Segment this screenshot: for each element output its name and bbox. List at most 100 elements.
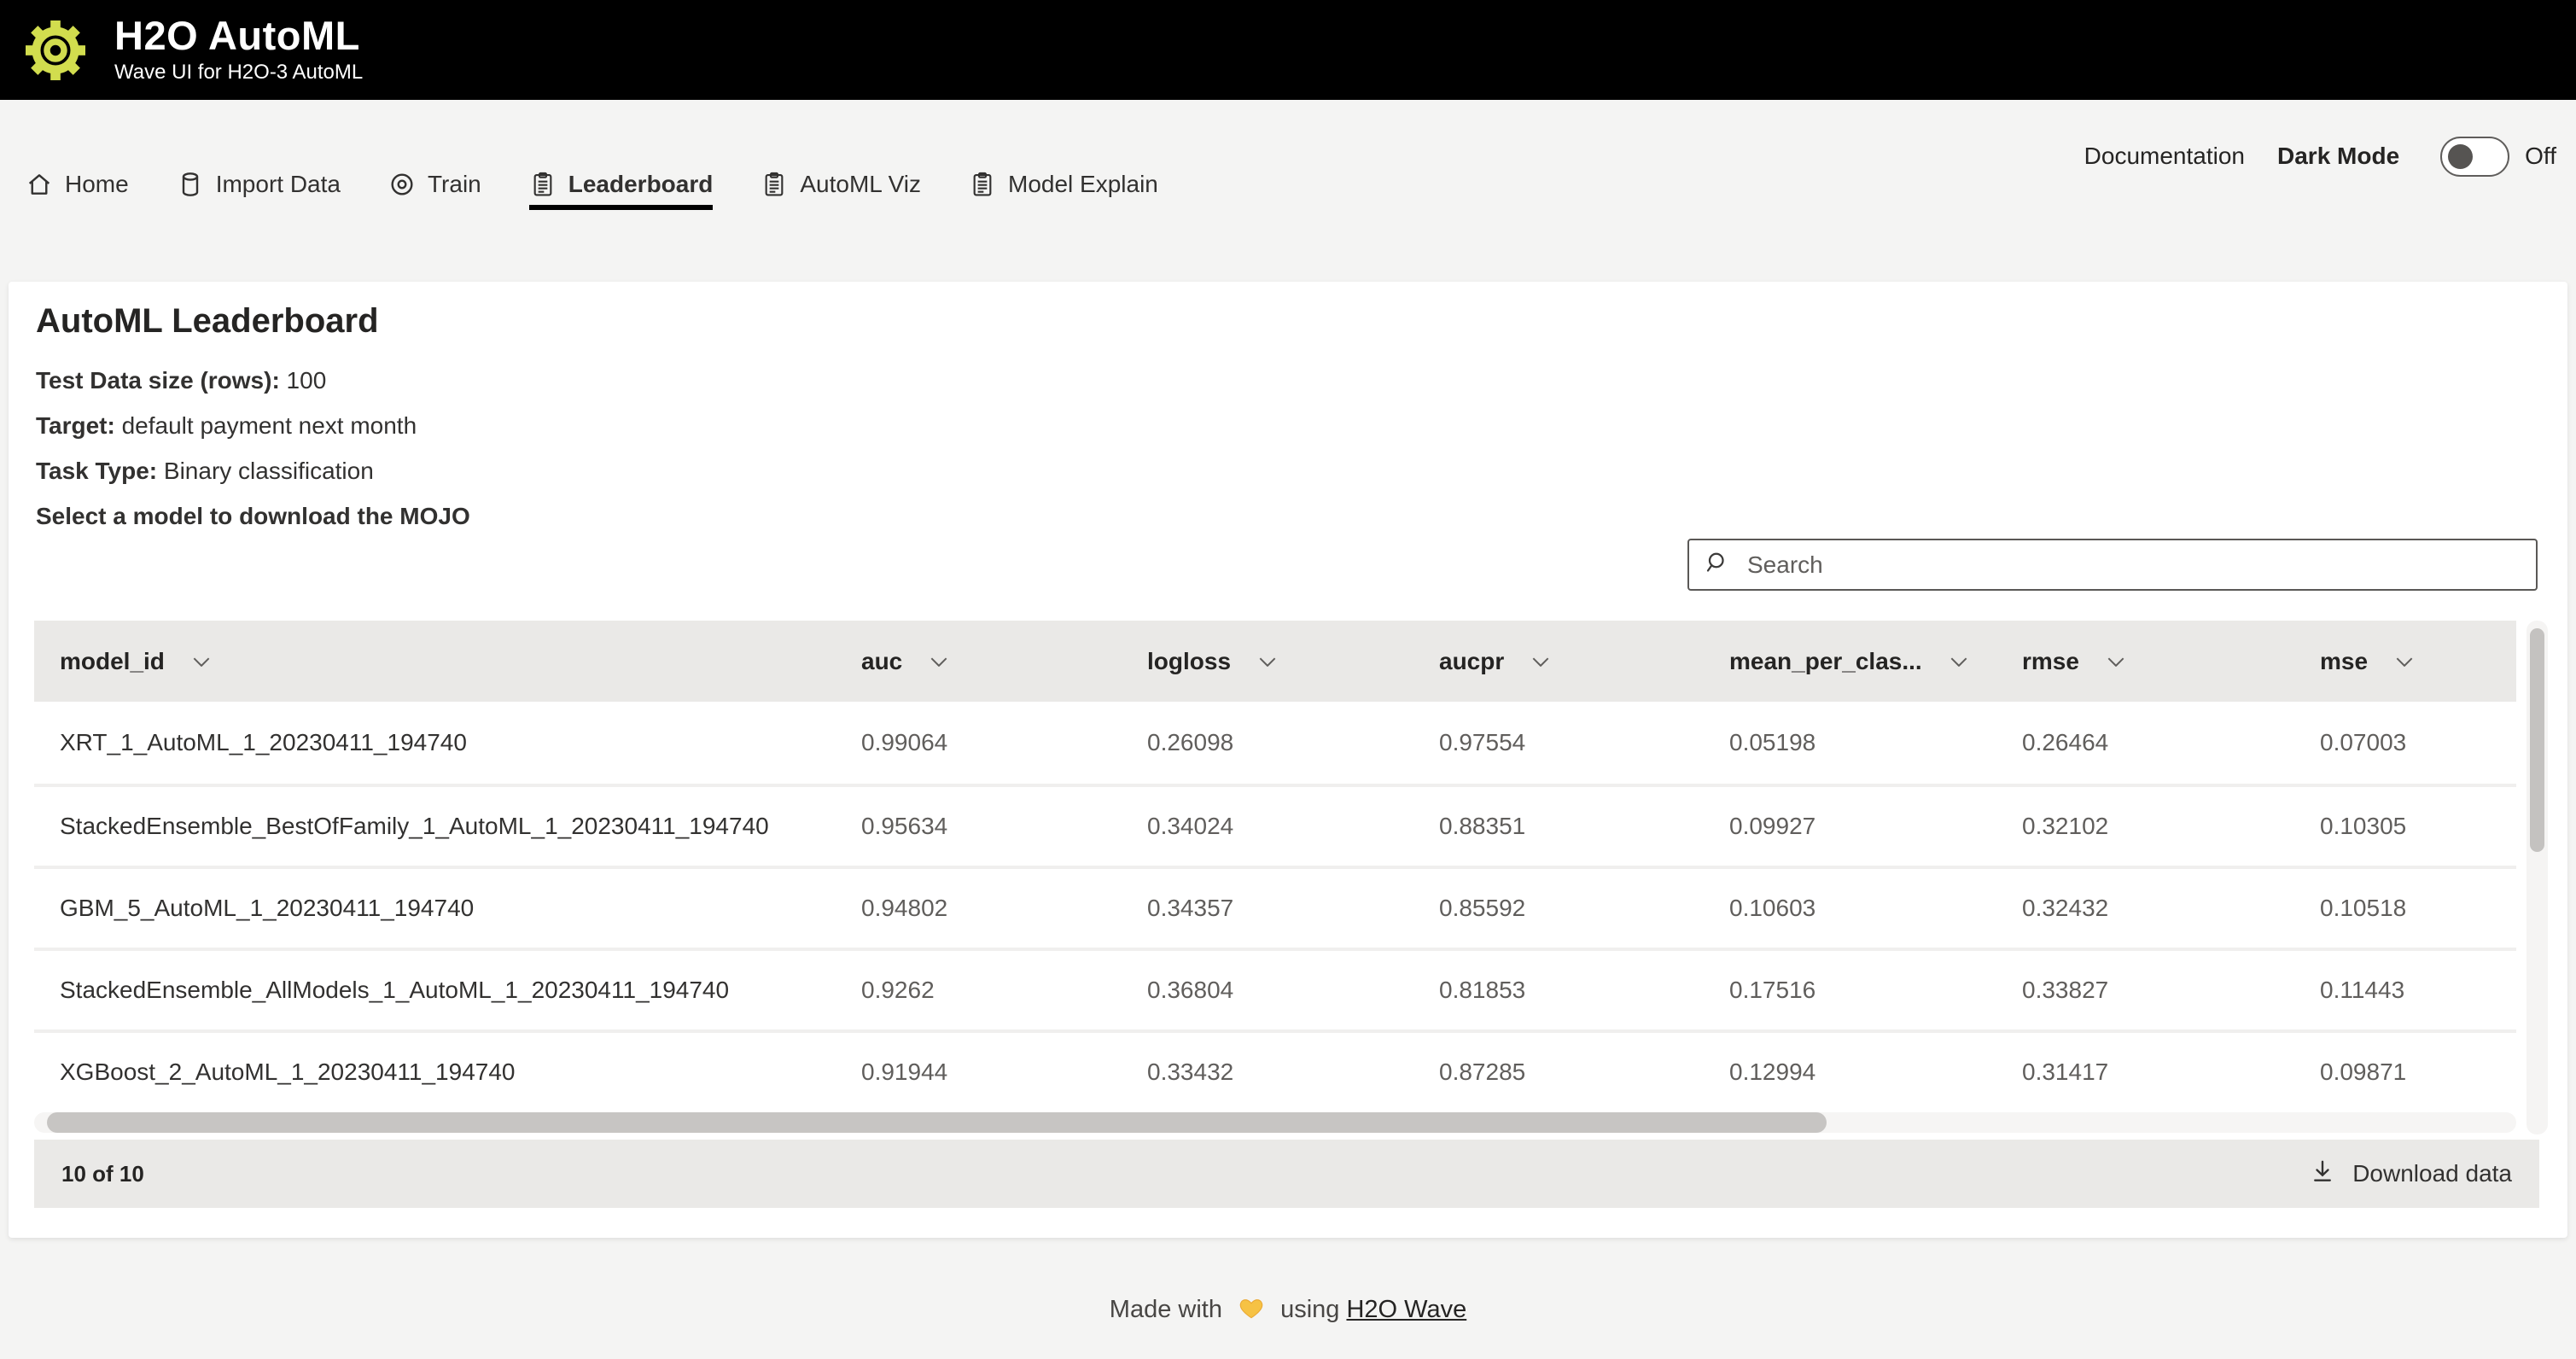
cell-metric: 0.05198: [1729, 729, 2022, 756]
nav-tab-label: Home: [65, 171, 129, 198]
nav-tab-automl-viz[interactable]: AutoML Viz: [761, 159, 921, 210]
nav-tab-label: Model Explain: [1008, 171, 1158, 198]
nav-right-controls: Documentation Dark Mode Off: [2084, 136, 2556, 177]
yellow-heart-icon: [1238, 1294, 1265, 1328]
cell-metric: 0.32102: [2022, 813, 2320, 840]
row-count: 10 of 10: [61, 1161, 144, 1187]
app-title-block: H2O AutoML Wave UI for H2O-3 AutoML: [114, 15, 363, 85]
meta-list: Test Data size (rows): 100Target: defaul…: [36, 358, 2567, 539]
meta-line-target: Target: default payment next month: [36, 403, 2567, 448]
download-label: Download data: [2352, 1160, 2512, 1187]
cell-metric: 0.09927: [1729, 813, 2022, 840]
cell-metric: 0.17516: [1729, 977, 2022, 1004]
page-title: AutoML Leaderboard: [9, 282, 2567, 341]
dark-mode-state: Off: [2525, 143, 2556, 170]
nav-tab-home[interactable]: Home: [26, 159, 129, 210]
column-header-mse[interactable]: mse: [2320, 648, 2516, 675]
meta-line-select-a-model-to-download-the-mojo: Select a model to download the MOJO: [36, 493, 2567, 539]
nav-tab-model-explain[interactable]: Model Explain: [969, 159, 1158, 210]
cell-metric: 0.34357: [1147, 895, 1439, 922]
chevron-down-icon: [190, 650, 213, 673]
cell-metric: 0.81853: [1439, 977, 1729, 1004]
column-header-label: mse: [2320, 648, 2368, 675]
cell-metric: 0.88351: [1439, 813, 1729, 840]
nav-tab-label: Train: [428, 171, 481, 198]
page-footer: Made with using H2O Wave: [0, 1294, 2576, 1328]
cell-metric: 0.34024: [1147, 813, 1439, 840]
clipboard-icon: [969, 171, 996, 198]
table-body: XRT_1_AutoML_1_20230411_1947400.990640.2…: [34, 702, 2516, 1111]
cell-metric: 0.26464: [2022, 729, 2320, 756]
column-header-logloss[interactable]: logloss: [1147, 648, 1439, 675]
nav-tab-leaderboard[interactable]: Leaderboard: [529, 159, 714, 210]
meta-line-task-type: Task Type: Binary classification: [36, 448, 2567, 493]
cell-model-id: StackedEnsemble_AllModels_1_AutoML_1_202…: [34, 977, 861, 1004]
chevron-down-icon: [1256, 650, 1279, 673]
documentation-link[interactable]: Documentation: [2084, 143, 2245, 170]
chevron-down-icon: [928, 650, 950, 673]
cell-metric: 0.87285: [1439, 1059, 1729, 1086]
cell-metric: 0.32432: [2022, 895, 2320, 922]
nav-tabs: Home Import Data Train Leaderboard AutoML Vi…: [26, 159, 1158, 210]
dark-mode-toggle[interactable]: [2440, 137, 2509, 177]
column-header-model-id[interactable]: model_id: [34, 648, 861, 675]
leaderboard-table: model_id auclogloss aucprmean_per_clas...r…: [34, 621, 2548, 1208]
chevron-down-icon: [1530, 650, 1552, 673]
column-header-aucpr[interactable]: aucpr: [1439, 648, 1729, 675]
cell-metric: 0.99064: [861, 729, 1147, 756]
table-row[interactable]: StackedEnsemble_BestOfFamily_1_AutoML_1_…: [34, 784, 2516, 866]
column-header-rmse[interactable]: rmse: [2022, 648, 2320, 675]
horizontal-scrollbar[interactable]: [34, 1112, 2516, 1133]
cell-metric: 0.10305: [2320, 813, 2516, 840]
nav-tab-train[interactable]: Train: [388, 159, 481, 210]
download-icon: [2310, 1158, 2335, 1190]
cell-metric: 0.10518: [2320, 895, 2516, 922]
column-header-label: logloss: [1147, 648, 1231, 675]
table-row[interactable]: StackedEnsemble_AllModels_1_AutoML_1_202…: [34, 948, 2516, 1029]
chevron-down-icon: [2393, 650, 2416, 673]
footer-text-middle: using: [1280, 1296, 1339, 1323]
chevron-down-icon: [2105, 650, 2127, 673]
nav-tab-label: Import Data: [216, 171, 341, 198]
cell-metric: 0.97554: [1439, 729, 1729, 756]
cell-metric: 0.36804: [1147, 977, 1439, 1004]
dark-mode-label: Dark Mode: [2277, 143, 2399, 170]
column-header-label: model_id: [60, 648, 165, 675]
cell-metric: 0.33432: [1147, 1059, 1439, 1086]
cell-metric: 0.10603: [1729, 895, 2022, 922]
vertical-scrollbar-thumb[interactable]: [2530, 628, 2544, 852]
table-row[interactable]: XRT_1_AutoML_1_20230411_1947400.990640.2…: [34, 702, 2516, 784]
cell-metric: 0.09871: [2320, 1059, 2516, 1086]
home-icon: [26, 171, 53, 198]
target-icon: [388, 171, 416, 198]
app-root: H2O AutoML Wave UI for H2O-3 AutoML Home…: [0, 0, 2576, 1359]
horizontal-scrollbar-thumb[interactable]: [47, 1112, 1827, 1133]
footer-text-prefix: Made with: [1110, 1296, 1222, 1323]
search-icon: [1705, 550, 1730, 580]
cell-model-id: XGBoost_2_AutoML_1_20230411_194740: [34, 1059, 861, 1086]
cell-metric: 0.07003: [2320, 729, 2516, 756]
download-data-button[interactable]: Download data: [2310, 1158, 2512, 1190]
cell-model-id: StackedEnsemble_BestOfFamily_1_AutoML_1_…: [34, 813, 861, 840]
cell-metric: 0.31417: [2022, 1059, 2320, 1086]
cell-metric: 0.11443: [2320, 977, 2516, 1004]
nav-tab-label: Leaderboard: [568, 171, 714, 198]
cell-model-id: GBM_5_AutoML_1_20230411_194740: [34, 895, 861, 922]
cell-metric: 0.94802: [861, 895, 1147, 922]
table-header-row: model_id auclogloss aucprmean_per_clas...r…: [34, 621, 2516, 702]
app-title: H2O AutoML: [114, 15, 363, 57]
toggle-knob: [2448, 144, 2473, 169]
column-header-label: rmse: [2022, 648, 2079, 675]
h2o-wave-link[interactable]: H2O Wave: [1346, 1296, 1466, 1323]
table-row[interactable]: GBM_5_AutoML_1_20230411_1947400.948020.3…: [34, 866, 2516, 948]
vertical-scrollbar[interactable]: [2526, 621, 2548, 1134]
cell-metric: 0.33827: [2022, 977, 2320, 1004]
search-box: [1687, 539, 2538, 591]
cell-metric: 0.91944: [861, 1059, 1147, 1086]
search-input[interactable]: [1746, 551, 2521, 580]
table-row[interactable]: XGBoost_2_AutoML_1_20230411_1947400.9194…: [34, 1029, 2516, 1111]
nav-tab-import-data[interactable]: Import Data: [177, 159, 341, 210]
clipboard-icon: [529, 171, 557, 198]
column-header-auc[interactable]: auc: [861, 648, 1147, 675]
column-header-mean-per-clas[interactable]: mean_per_clas...: [1729, 648, 2022, 675]
